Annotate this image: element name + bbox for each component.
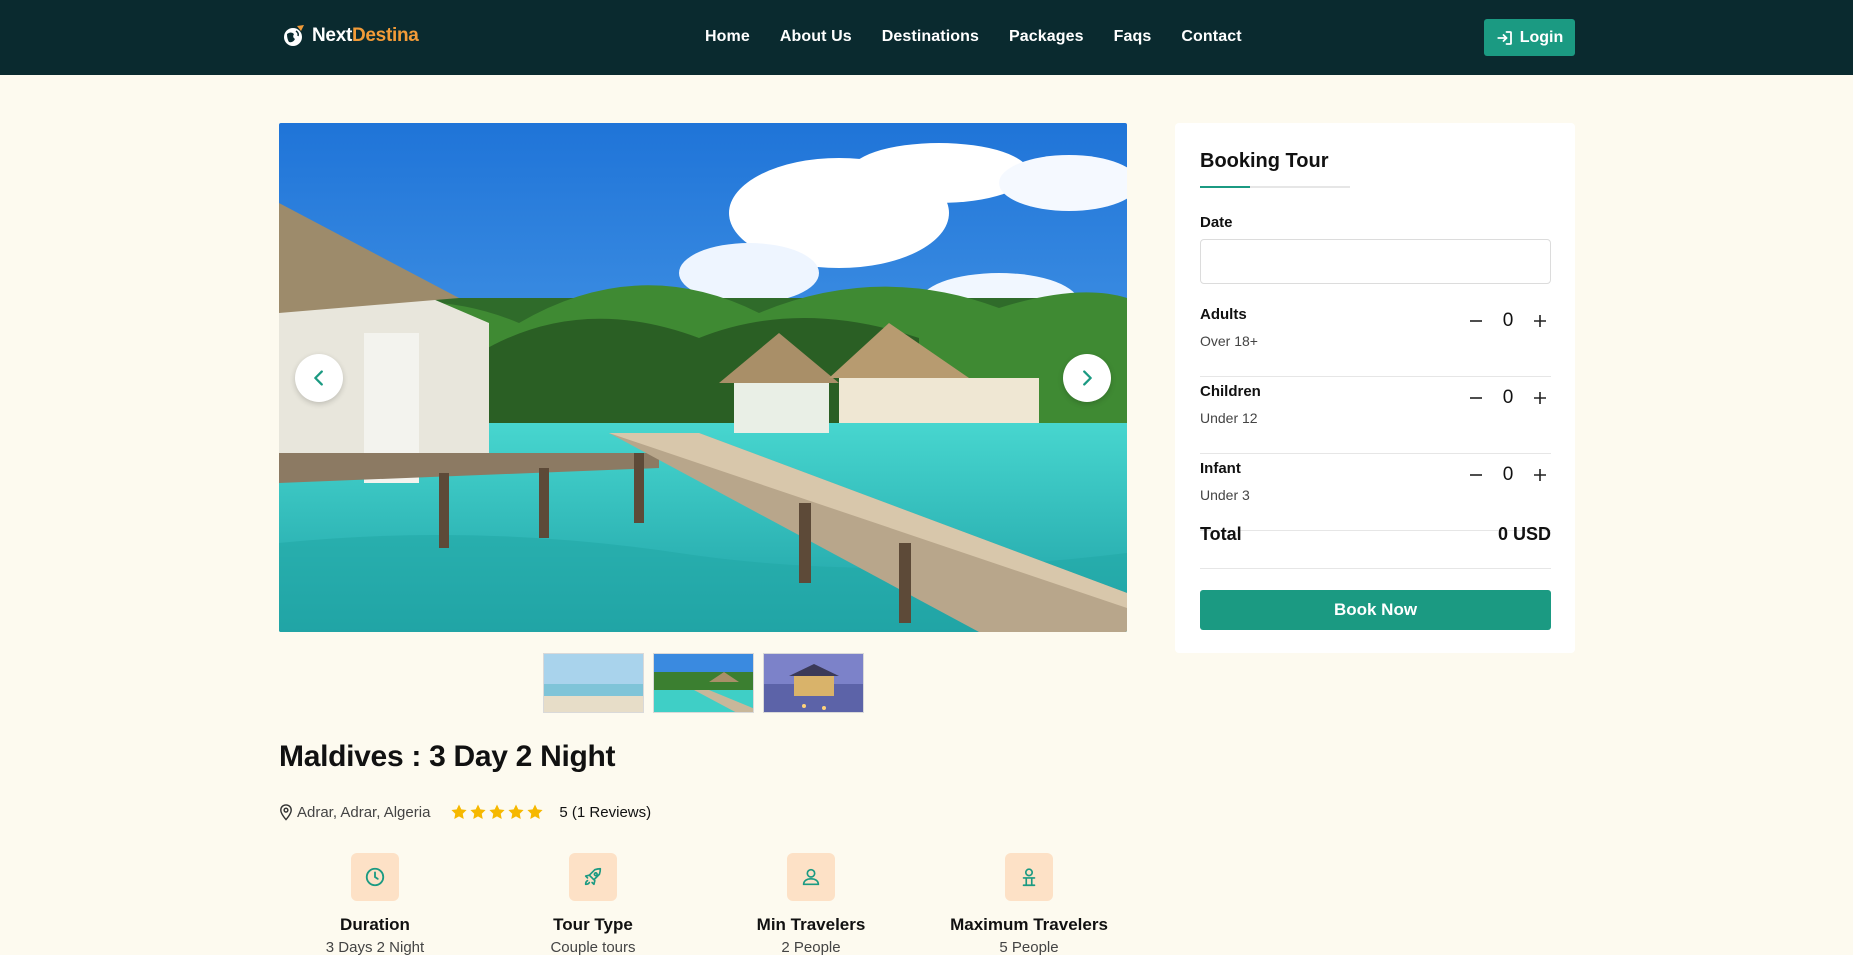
tour-title: Maldives : 3 Day 2 Night	[279, 740, 616, 773]
adults-label: Adults	[1200, 306, 1247, 323]
adults-row: Adults Over 18+ 0	[1200, 300, 1551, 377]
nav-link-faqs[interactable]: Faqs	[1114, 28, 1152, 46]
main-nav: Home About Us Destinations Packages Faqs…	[705, 28, 1242, 46]
site-logo[interactable]: NextDestina	[282, 24, 419, 48]
feature-value: 5 People	[999, 939, 1059, 955]
infant-sub: Under 3	[1200, 487, 1250, 503]
feature-value: 3 Days 2 Night	[325, 939, 425, 955]
plus-icon	[1534, 469, 1546, 481]
login-button[interactable]: Login	[1484, 19, 1575, 56]
title-underline	[1200, 186, 1350, 188]
feature-max-travelers: Maximum Travelers 5 People	[929, 853, 1129, 955]
rating-stars	[450, 803, 544, 821]
feature-min-travelers: Min Travelers 2 People	[711, 853, 911, 955]
adults-sub: Over 18+	[1200, 333, 1258, 349]
minus-icon	[1470, 320, 1482, 322]
feature-duration: Duration 3 Days 2 Night	[275, 853, 475, 955]
adults-count: 0	[1502, 310, 1514, 331]
nav-link-about-us[interactable]: About Us	[780, 28, 852, 46]
map-pin-icon	[280, 803, 292, 821]
gallery-prev-button[interactable]	[295, 354, 343, 402]
adults-decrement-button[interactable]	[1465, 310, 1487, 332]
nav-link-home[interactable]: Home	[705, 28, 750, 46]
total-row: Total 0 USD	[1200, 514, 1551, 569]
minus-icon	[1470, 474, 1482, 476]
tour-location: Adrar, Adrar, Algeria	[297, 803, 431, 821]
feature-title: Maximum Travelers	[950, 915, 1108, 934]
tour-meta: Adrar, Adrar, Algeria 5 (1 Reviews)	[279, 801, 651, 823]
user-group-icon	[1022, 868, 1036, 887]
plus-icon	[1534, 392, 1546, 404]
login-label: Login	[1519, 28, 1564, 46]
feature-value: Couple tours	[550, 939, 636, 955]
gallery-thumbnail-1[interactable]	[543, 653, 644, 713]
user-icon	[802, 868, 820, 886]
star-icon	[527, 804, 543, 819]
infant-count: 0	[1502, 464, 1514, 485]
total-value: 0 USD	[1497, 524, 1551, 544]
rocket-icon	[584, 867, 602, 886]
date-label: Date	[1200, 214, 1233, 231]
infant-stepper: 0	[1465, 464, 1551, 486]
infant-increment-button[interactable]	[1529, 464, 1551, 486]
gallery-thumbnails	[543, 653, 864, 713]
sign-in-icon	[1497, 30, 1512, 45]
feature-tour-type: Tour Type Couple tours	[493, 853, 693, 955]
children-decrement-button[interactable]	[1465, 387, 1487, 409]
tour-main-image	[279, 123, 1127, 632]
star-icon	[508, 804, 524, 819]
feature-value: 2 People	[781, 939, 841, 955]
feature-title: Duration	[340, 915, 410, 934]
nav-link-packages[interactable]: Packages	[1009, 28, 1084, 46]
date-input[interactable]	[1200, 239, 1551, 284]
star-icon	[470, 804, 486, 819]
children-sub: Under 12	[1200, 410, 1258, 426]
star-icon	[451, 804, 467, 819]
adults-stepper: 0	[1465, 310, 1551, 332]
children-count: 0	[1502, 387, 1514, 408]
total-label: Total	[1200, 524, 1242, 544]
gallery-thumbnail-2[interactable]	[653, 653, 754, 713]
children-label: Children	[1200, 383, 1261, 400]
globe-logo-icon	[284, 25, 304, 46]
children-row: Children Under 12 0	[1200, 377, 1551, 454]
star-icon	[489, 804, 505, 819]
feature-title: Tour Type	[553, 915, 633, 934]
logo-text: NextDestina	[312, 25, 419, 46]
infant-decrement-button[interactable]	[1465, 464, 1487, 486]
booking-card: Booking Tour Date Adults Over 18+ 0 Chil…	[1175, 123, 1575, 653]
children-increment-button[interactable]	[1529, 387, 1551, 409]
book-now-button[interactable]: Book Now	[1200, 590, 1551, 630]
plus-icon	[1534, 315, 1546, 327]
clock-icon	[365, 867, 385, 887]
booking-title: Booking Tour	[1200, 150, 1329, 172]
top-navbar: NextDestina Home About Us Destinations P…	[0, 0, 1853, 75]
minus-icon	[1470, 397, 1482, 399]
infant-label: Infant	[1200, 460, 1241, 477]
gallery-next-button[interactable]	[1063, 354, 1111, 402]
rating-text: 5 (1 Reviews)	[559, 803, 652, 821]
nav-link-contact[interactable]: Contact	[1181, 28, 1241, 46]
children-stepper: 0	[1465, 387, 1551, 409]
nav-link-destinations[interactable]: Destinations	[882, 28, 979, 46]
gallery-thumbnail-3[interactable]	[763, 653, 864, 713]
chevron-right-icon	[1083, 370, 1092, 386]
adults-increment-button[interactable]	[1529, 310, 1551, 332]
chevron-left-icon	[314, 370, 323, 386]
feature-title: Min Travelers	[756, 915, 866, 934]
